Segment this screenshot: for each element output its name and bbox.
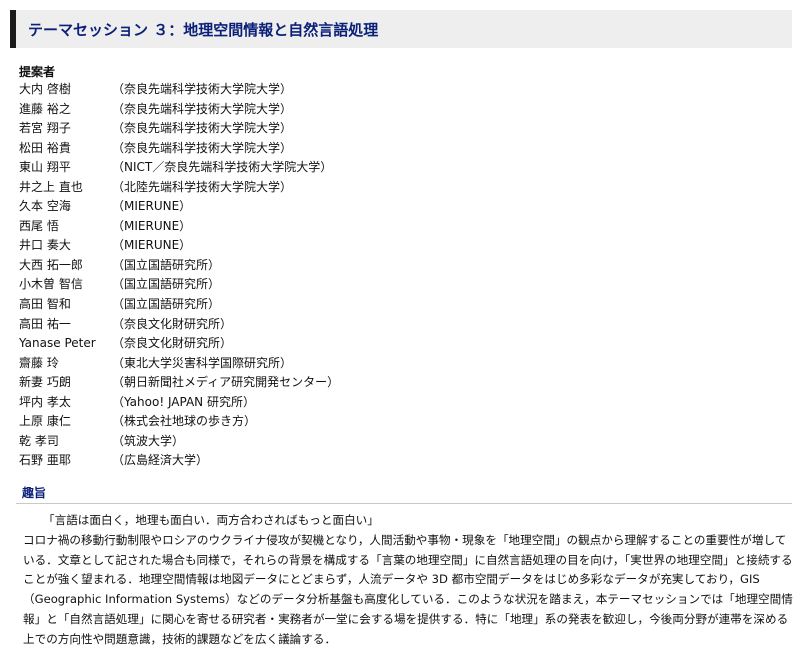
proposer-affiliation: （国立国語研究所）: [112, 257, 221, 272]
proposer-name: 坪内 孝太: [19, 394, 71, 409]
proposer-name: 高田 智和: [19, 297, 71, 312]
proposer-row: 井口 奏大 （MIERUNE）: [0, 236, 800, 256]
proposer-name: 東山 翔平: [19, 160, 71, 175]
proposer-row: 齋藤 玲 （東北大学災害科学国際研究所）: [0, 354, 800, 374]
proposer-name: Yanase Peter: [19, 336, 96, 351]
proposer-row: 松田 裕貴 （奈良先端科学技術大学院大学）: [0, 139, 800, 159]
summary-quote: 「言語は面白く，地理も面白い．両方合わさればもっと面白い」: [43, 513, 379, 527]
proposer-affiliation: （奈良文化財研究所）: [112, 316, 233, 331]
proposer-row: 進藤 裕之 （奈良先端科学技術大学院大学）: [0, 100, 800, 120]
proposer-name: 松田 裕貴: [19, 140, 71, 155]
proposer-row: 東山 翔平 （NICT／奈良先端科学技術大学院大学）: [0, 158, 800, 178]
session-title-bar: テーマセッション ３：地理空間情報と自然言語処理: [10, 10, 792, 48]
proposer-name: 久本 空海: [19, 199, 71, 214]
proposer-affiliation: （奈良文化財研究所）: [112, 336, 233, 351]
proposer-affiliation: （奈良先端科学技術大学院大学）: [112, 121, 293, 136]
proposer-name: 乾 孝司: [19, 433, 59, 448]
proposer-row: 高田 祐一 （奈良文化財研究所）: [0, 315, 800, 335]
proposer-affiliation: （MIERUNE）: [112, 238, 192, 253]
proposer-name: 石野 亜耶: [19, 453, 71, 468]
summary-text: 「言語は面白く，地理も面白い．両方合わさればもっと面白い」 コロナ禍の移動行動制…: [23, 511, 793, 650]
proposer-affiliation: （株式会社地球の歩き方）: [112, 414, 257, 429]
proposer-name: 西尾 悟: [19, 218, 59, 233]
proposer-row: Yanase Peter （奈良文化財研究所）: [0, 334, 800, 354]
proposer-affiliation: （奈良先端科学技術大学院大学）: [112, 140, 293, 155]
proposer-affiliation: （MIERUNE）: [112, 199, 192, 214]
session-title: テーマセッション ３：地理空間情報と自然言語処理: [28, 21, 379, 39]
proposer-affiliation: （奈良先端科学技術大学院大学）: [112, 101, 293, 116]
proposer-list: 大内 啓樹 （奈良先端科学技術大学院大学） 進藤 裕之 （奈良先端科学技術大学院大学）…: [0, 80, 800, 471]
proposer-name: 井口 奏大: [19, 238, 71, 253]
proposer-name: 進藤 裕之: [19, 101, 71, 116]
proposer-name: 大西 拓一郎: [19, 257, 83, 272]
proposer-affiliation: （国立国語研究所）: [112, 297, 221, 312]
proposer-row: 小木曽 智信 （国立国語研究所）: [0, 275, 800, 295]
proposer-name: 新妻 巧朗: [19, 375, 71, 390]
proposer-row: 西尾 悟 （MIERUNE）: [0, 217, 800, 237]
proposer-name: 井之上 直也: [19, 179, 83, 194]
proposer-row: 大西 拓一郎 （国立国語研究所）: [0, 256, 800, 276]
proposer-row: 石野 亜耶 （広島経済大学）: [0, 451, 800, 471]
proposer-affiliation: （朝日新聞社メディア研究開発センター）: [112, 375, 340, 390]
proposer-affiliation: （NICT／奈良先端科学技術大学院大学）: [112, 160, 333, 175]
proposer-row: 高田 智和 （国立国語研究所）: [0, 295, 800, 315]
proposer-name: 齋藤 玲: [19, 355, 59, 370]
proposer-row: 上原 康仁 （株式会社地球の歩き方）: [0, 412, 800, 432]
proposer-name: 高田 祐一: [19, 316, 71, 331]
proposer-row: 大内 啓樹 （奈良先端科学技術大学院大学）: [0, 80, 800, 100]
proposer-affiliation: （Yahoo! JAPAN 研究所）: [112, 394, 255, 409]
proposer-row: 乾 孝司 （筑波大学）: [0, 432, 800, 452]
proposer-row: 新妻 巧朗 （朝日新聞社メディア研究開発センター）: [0, 373, 800, 393]
proposer-affiliation: （広島経済大学）: [112, 453, 209, 468]
summary-heading: 趣旨: [22, 486, 47, 500]
proposer-affiliation: （筑波大学）: [112, 433, 185, 448]
proposer-affiliation: （奈良先端科学技術大学院大学）: [112, 82, 293, 96]
proposer-name: 大内 啓樹: [19, 82, 71, 96]
proposer-affiliation: （東北大学災害科学国際研究所）: [112, 355, 293, 370]
proposer-name: 若宮 翔子: [19, 121, 71, 136]
proposer-name: 小木曽 智信: [19, 277, 83, 292]
proposer-name: 上原 康仁: [19, 414, 71, 429]
proposers-heading: 提案者: [19, 65, 56, 79]
summary-divider: [16, 503, 792, 504]
proposer-row: 若宮 翔子 （奈良先端科学技術大学院大学）: [0, 119, 800, 139]
proposer-affiliation: （国立国語研究所）: [112, 277, 221, 292]
proposer-row: 坪内 孝太 （Yahoo! JAPAN 研究所）: [0, 393, 800, 413]
proposer-row: 井之上 直也 （北陸先端科学技術大学院大学）: [0, 178, 800, 198]
proposer-affiliation: （MIERUNE）: [112, 218, 192, 233]
summary-body: コロナ禍の移動行動制限やロシアのウクライナ侵攻が契機となり，人間活動や事物・現象…: [23, 532, 793, 646]
proposer-row: 久本 空海 （MIERUNE）: [0, 197, 800, 217]
proposer-affiliation: （北陸先端科学技術大学院大学）: [112, 179, 293, 194]
